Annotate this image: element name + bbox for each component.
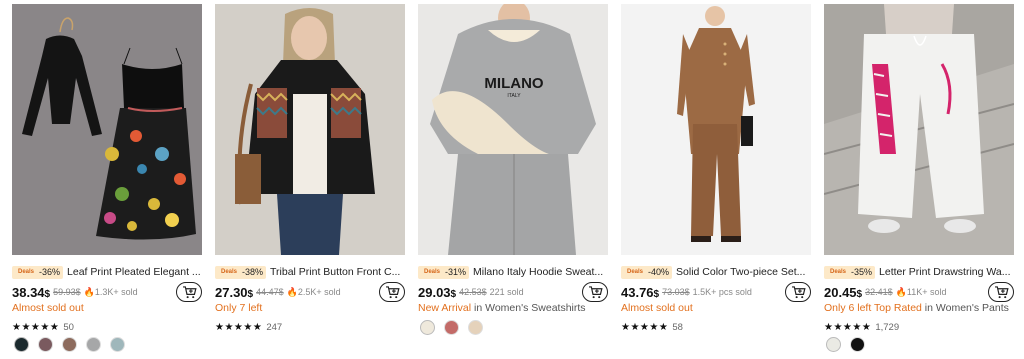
add-to-cart-button[interactable] bbox=[988, 282, 1014, 302]
color-swatch[interactable] bbox=[826, 337, 841, 352]
add-to-cart-button[interactable] bbox=[785, 282, 811, 302]
star-rating: ★★★★★ bbox=[12, 321, 60, 333]
star-rating: ★★★★★ bbox=[621, 321, 669, 333]
color-swatch[interactable] bbox=[850, 337, 865, 352]
original-price: 32.41$ bbox=[865, 287, 893, 297]
rating-count: 1,729 bbox=[875, 321, 900, 333]
discount-label: -36% bbox=[39, 267, 61, 277]
top-rated-label: Top Rated bbox=[871, 302, 922, 314]
color-swatch[interactable] bbox=[14, 337, 29, 352]
deals-badge: Deals -31% bbox=[418, 265, 470, 279]
price: 43.76$ bbox=[621, 284, 660, 300]
star-rating: ★★★★★ bbox=[215, 321, 263, 333]
sold-count: 1.3K+ sold bbox=[94, 287, 138, 297]
deals-badge: Deals -35% bbox=[824, 265, 876, 279]
price: 20.45$ bbox=[824, 284, 863, 300]
price: 38.34$ bbox=[12, 284, 51, 300]
color-swatch[interactable] bbox=[38, 337, 53, 352]
product-title[interactable]: Milano Italy Hoodie Sweat... bbox=[473, 266, 608, 278]
color-swatch[interactable] bbox=[86, 337, 101, 352]
product-image[interactable] bbox=[12, 4, 202, 255]
discount-label: -38% bbox=[242, 267, 264, 277]
color-swatch[interactable] bbox=[468, 320, 483, 335]
fire-icon: 🔥 bbox=[83, 286, 95, 297]
add-to-cart-icon bbox=[994, 285, 1009, 298]
product-image[interactable] bbox=[621, 4, 811, 255]
rating-count: 50 bbox=[63, 321, 74, 333]
add-to-cart-button[interactable] bbox=[379, 282, 405, 302]
sold-count: 1.5K+ pcs sold bbox=[692, 287, 752, 297]
product-image[interactable] bbox=[215, 4, 405, 255]
product-card[interactable]: Deals -35% Letter Print Drawstring Wa... … bbox=[824, 4, 1014, 359]
color-swatches bbox=[14, 337, 125, 352]
add-to-cart-button[interactable] bbox=[582, 282, 608, 302]
hoodie-print-sub: ITALY bbox=[507, 93, 521, 99]
add-to-cart-icon bbox=[385, 285, 400, 298]
color-swatch[interactable] bbox=[62, 337, 77, 352]
category-link[interactable]: in Women's Pants bbox=[922, 302, 1009, 314]
product-title[interactable]: Leaf Print Pleated Elegant ... bbox=[67, 266, 202, 278]
add-to-cart-button[interactable] bbox=[176, 282, 202, 302]
ranking-status: Only 6 left Top Rated in Women's Pants bbox=[824, 302, 1014, 317]
product-card[interactable]: Deals -40% Solid Color Two-piece Set... 4… bbox=[621, 4, 811, 359]
sold-count: 221 sold bbox=[489, 287, 524, 297]
stock-status: Almost sold out bbox=[12, 302, 84, 314]
rating-count: 247 bbox=[266, 321, 283, 333]
stock-status: Almost sold out bbox=[621, 302, 693, 314]
sold-count: 11K+ sold bbox=[906, 287, 947, 297]
product-title[interactable]: Solid Color Two-piece Set... bbox=[676, 266, 811, 278]
color-swatches bbox=[826, 337, 865, 352]
color-swatch[interactable] bbox=[420, 320, 435, 335]
stock-status: Only 7 left bbox=[215, 302, 263, 314]
original-price: 73.03$ bbox=[662, 287, 690, 297]
deals-badge: Deals -36% bbox=[12, 265, 64, 279]
product-card[interactable]: Deals -36% Leaf Print Pleated Elegant ...… bbox=[12, 4, 202, 359]
price: 29.03$ bbox=[418, 284, 457, 300]
ranking-status: New Arrival in Women's Sweatshirts bbox=[418, 302, 608, 317]
discount-label: -35% bbox=[851, 267, 873, 277]
price: 27.30$ bbox=[215, 284, 254, 300]
product-card[interactable]: MILANO ITALY Deals -31% Milano Italy Hood… bbox=[418, 4, 608, 359]
original-price: 44.47$ bbox=[256, 287, 284, 297]
rating-count: 58 bbox=[672, 321, 683, 333]
original-price: 42.53$ bbox=[459, 287, 487, 297]
fire-icon: 🔥 bbox=[895, 286, 907, 297]
product-title[interactable]: Letter Print Drawstring Wa... bbox=[879, 266, 1014, 278]
category-link[interactable]: in Women's Sweatshirts bbox=[471, 302, 586, 314]
add-to-cart-icon bbox=[791, 285, 806, 298]
deals-badge: Deals -38% bbox=[215, 265, 267, 279]
stock-status: Only 6 left bbox=[824, 302, 872, 314]
product-image[interactable] bbox=[824, 4, 1014, 255]
new-arrival-label: New Arrival bbox=[418, 302, 472, 314]
hoodie-print: MILANO bbox=[484, 75, 543, 92]
product-title[interactable]: Tribal Print Button Front C... bbox=[270, 266, 405, 278]
add-to-cart-icon bbox=[588, 285, 603, 298]
discount-label: -31% bbox=[445, 267, 467, 277]
fire-icon: 🔥 bbox=[286, 286, 298, 297]
star-rating: ★★★★★ bbox=[824, 321, 872, 333]
original-price: 59.93$ bbox=[53, 287, 81, 297]
color-swatch[interactable] bbox=[444, 320, 459, 335]
color-swatches bbox=[420, 320, 483, 335]
product-image[interactable]: MILANO ITALY bbox=[418, 4, 608, 255]
color-swatch[interactable] bbox=[110, 337, 125, 352]
discount-label: -40% bbox=[648, 267, 670, 277]
add-to-cart-icon bbox=[182, 285, 197, 298]
sold-count: 2.5K+ sold bbox=[297, 287, 341, 297]
deals-badge: Deals -40% bbox=[621, 265, 673, 279]
product-card[interactable]: Deals -38% Tribal Print Button Front C...… bbox=[215, 4, 405, 359]
